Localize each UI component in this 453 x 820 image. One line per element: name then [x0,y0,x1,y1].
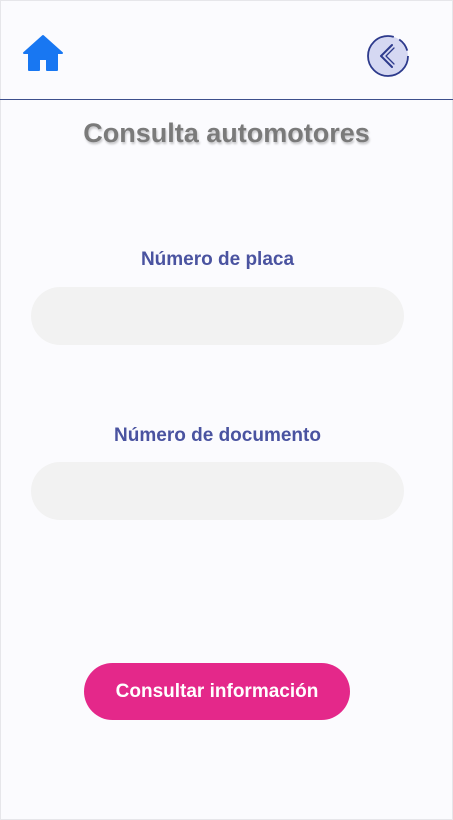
plate-number-label: Número de placa [140,249,295,270]
app-header [0,0,453,100]
home-icon[interactable] [22,34,64,72]
page-title: Consulta automotores [83,118,370,148]
document-number-label: Número de documento [114,425,321,446]
consult-information-button[interactable]: Consultar información [84,663,350,720]
header-divider [0,99,453,100]
document-number-input[interactable] [31,462,404,520]
plate-number-input[interactable] [31,287,404,345]
back-button[interactable] [366,34,410,78]
